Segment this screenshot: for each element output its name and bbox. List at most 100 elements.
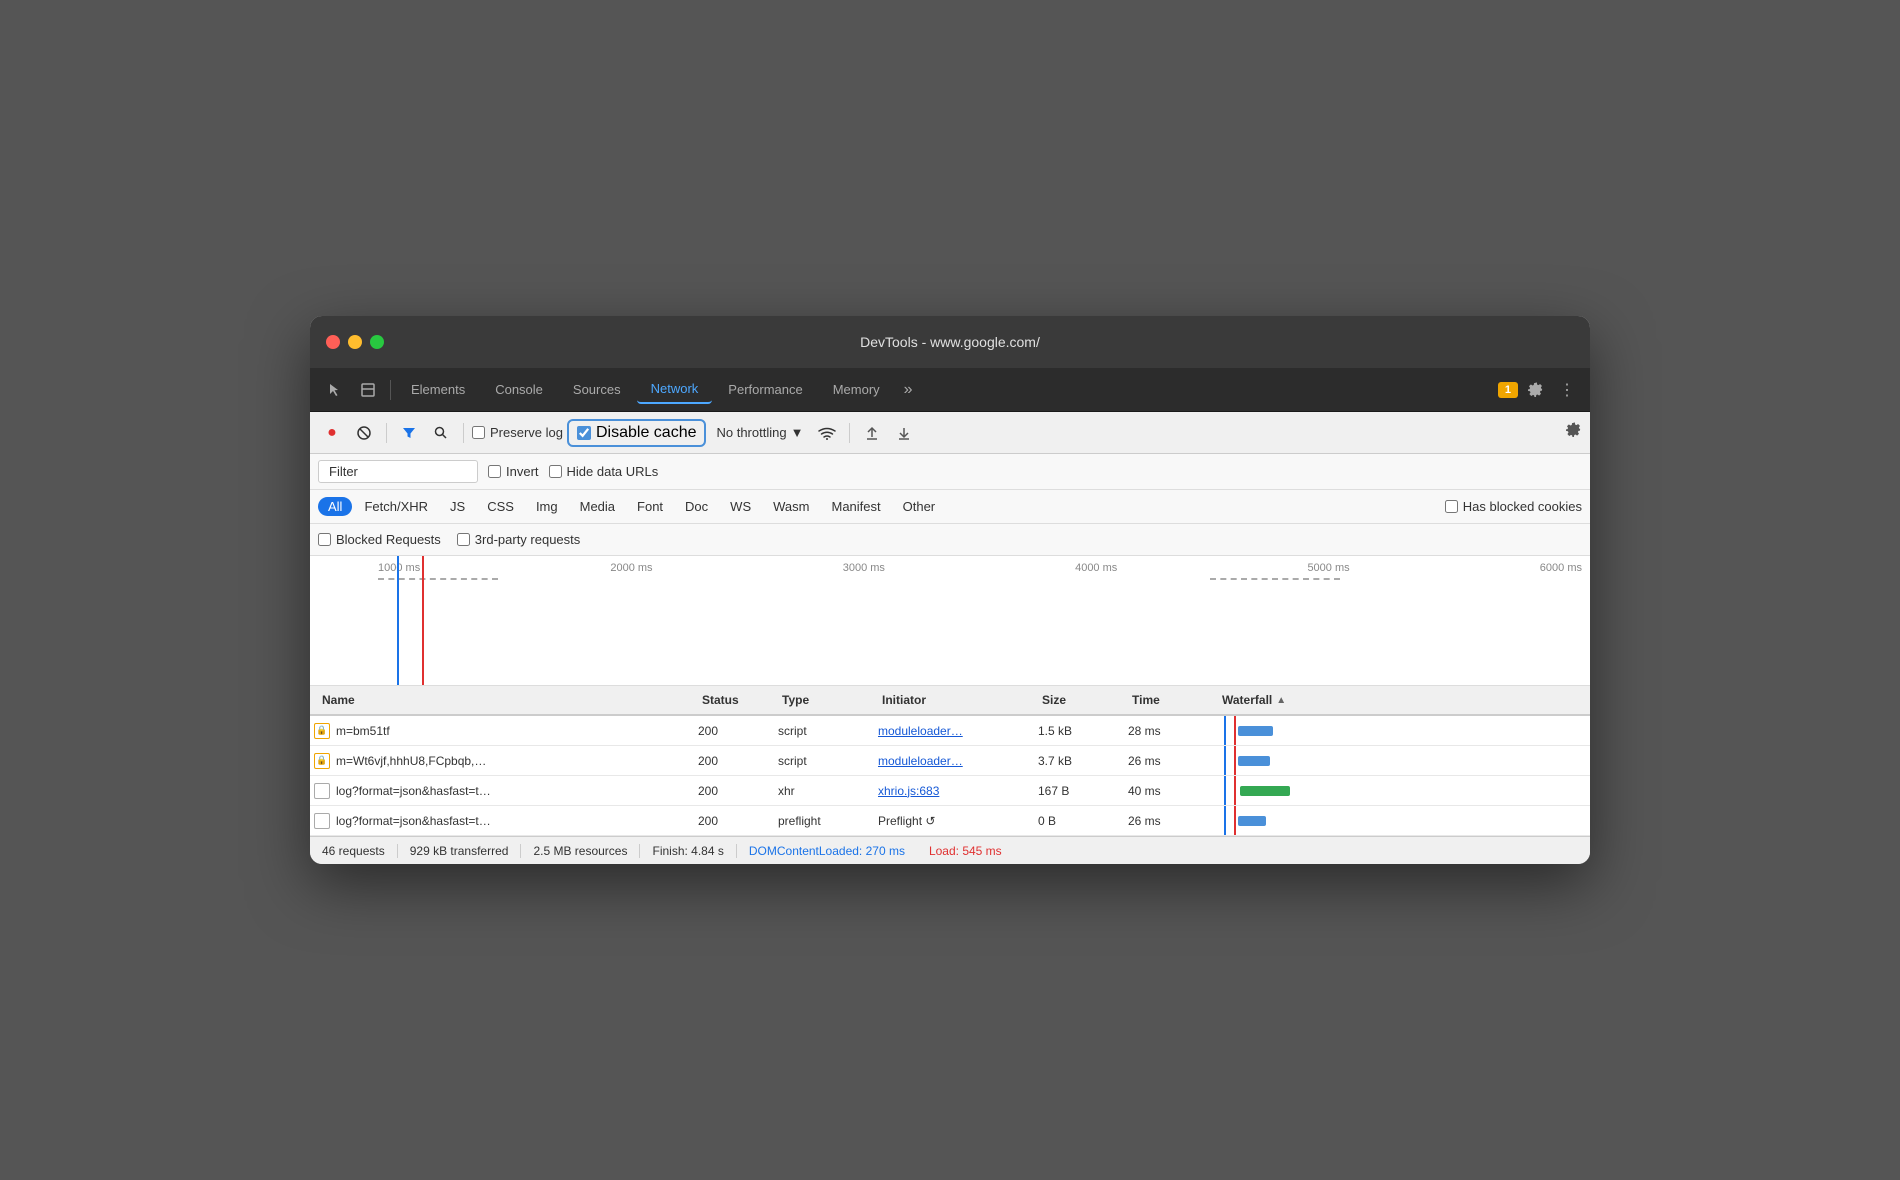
type-filter-fetch-xhr[interactable]: Fetch/XHR (354, 497, 438, 516)
network-settings-icon[interactable] (1564, 421, 1582, 444)
tab-sources[interactable]: Sources (559, 376, 635, 403)
tl-label-3: 3000 ms (843, 562, 885, 574)
th-initiator[interactable]: Initiator (874, 693, 1034, 707)
th-waterfall-label: Waterfall (1222, 693, 1272, 707)
table-row[interactable]: 🔒 m=Wt6vjf,hhhU8,FCpbqb,… 200 script mod… (310, 746, 1590, 776)
table-row[interactable]: log?format=json&hasfast=t… 200 xhr xhrio… (310, 776, 1590, 806)
settings-icon[interactable] (1520, 375, 1550, 405)
type-filter-other[interactable]: Other (893, 497, 946, 516)
filter-icon-button[interactable] (395, 419, 423, 447)
throttle-select[interactable]: No throttling ▼ (710, 422, 809, 443)
status-bar: 46 requests 929 kB transferred 2.5 MB re… (310, 836, 1590, 864)
maximize-button[interactable] (370, 335, 384, 349)
wf-bar-3 (1240, 786, 1290, 796)
wifi-icon[interactable] (813, 419, 841, 447)
th-size[interactable]: Size (1034, 693, 1124, 707)
notifications-badge[interactable]: 1 (1498, 382, 1518, 398)
wf-red-line-3 (1234, 776, 1236, 805)
tab-memory[interactable]: Memory (819, 376, 894, 403)
td-status-4: 200 (690, 814, 770, 828)
tab-elements[interactable]: Elements (397, 376, 479, 403)
invert-checkbox[interactable] (488, 465, 501, 478)
blocked-cookies-label[interactable]: Has blocked cookies (1445, 499, 1582, 514)
more-tabs-button[interactable]: » (896, 381, 921, 399)
type-filter-ws[interactable]: WS (720, 497, 761, 516)
td-initiator-4: Preflight ↺ (870, 814, 1030, 828)
preserve-log-text: Preserve log (490, 425, 563, 440)
th-type[interactable]: Type (774, 693, 874, 707)
filter-input[interactable]: Filter (318, 460, 478, 483)
blocked-requests-checkbox[interactable] (318, 533, 331, 546)
separator (390, 380, 391, 400)
dock-icon[interactable] (352, 374, 384, 406)
record-button[interactable]: ● (318, 419, 346, 447)
network-table: Name Status Type Initiator Size Time Wat… (310, 686, 1590, 836)
cursor-icon[interactable] (318, 374, 350, 406)
type-filter-media[interactable]: Media (570, 497, 625, 516)
tl-label-4: 4000 ms (1075, 562, 1117, 574)
row1-name: m=bm51tf (336, 724, 390, 738)
tl-label-6: 6000 ms (1540, 562, 1582, 574)
tl-label-2: 2000 ms (610, 562, 652, 574)
blocked-requests-row: Blocked Requests 3rd-party requests (310, 524, 1590, 556)
plain-icon-4 (314, 813, 330, 829)
hide-data-urls-checkbox[interactable] (549, 465, 562, 478)
type-filter-all[interactable]: All (318, 497, 352, 516)
hide-data-urls-label[interactable]: Hide data URLs (549, 464, 659, 479)
th-time[interactable]: Time (1124, 693, 1214, 707)
toolbar-separator-2 (463, 423, 464, 443)
type-filter-img[interactable]: Img (526, 497, 568, 516)
blocked-cookies-checkbox[interactable] (1445, 500, 1458, 513)
transferred-size: 929 kB transferred (398, 844, 522, 858)
third-party-text: 3rd-party requests (475, 532, 581, 547)
td-type-4: preflight (770, 814, 870, 828)
type-filter-font[interactable]: Font (627, 497, 673, 516)
td-status-2: 200 (690, 754, 770, 768)
disable-cache-checkbox[interactable] (577, 426, 591, 440)
close-button[interactable] (326, 335, 340, 349)
upload-icon[interactable] (858, 419, 886, 447)
clear-button[interactable] (350, 419, 378, 447)
third-party-checkbox[interactable] (457, 533, 470, 546)
td-initiator-1: moduleloader… (870, 724, 1030, 738)
td-type-3: xhr (770, 784, 870, 798)
dom-content-loaded: DOMContentLoaded: 270 ms (737, 844, 917, 858)
wf-red-line-4 (1234, 806, 1236, 835)
type-filter-wasm[interactable]: Wasm (763, 497, 819, 516)
requests-count: 46 requests (322, 844, 398, 858)
blocked-requests-label[interactable]: Blocked Requests (318, 532, 441, 547)
more-options-icon[interactable]: ⋮ (1552, 375, 1582, 405)
th-waterfall[interactable]: Waterfall ▲ (1214, 693, 1556, 707)
network-toolbar: ● Preserve log Disable cache No throttli… (310, 412, 1590, 454)
th-name[interactable]: Name (314, 693, 694, 707)
initiator-link-1[interactable]: moduleloader… (878, 724, 963, 738)
initiator-link-3[interactable]: xhrio.js:683 (878, 784, 939, 798)
minimize-button[interactable] (348, 335, 362, 349)
table-row[interactable]: log?format=json&hasfast=t… 200 preflight… (310, 806, 1590, 836)
td-time-1: 28 ms (1120, 724, 1210, 738)
third-party-label[interactable]: 3rd-party requests (457, 532, 581, 547)
type-filter-js[interactable]: JS (440, 497, 475, 516)
download-icon[interactable] (890, 419, 918, 447)
wf-bar-2 (1238, 756, 1270, 766)
preserve-log-label[interactable]: Preserve log (472, 425, 563, 440)
hide-data-urls-text: Hide data URLs (567, 464, 659, 479)
td-size-4: 0 B (1030, 814, 1120, 828)
th-status[interactable]: Status (694, 693, 774, 707)
table-row[interactable]: 🔒 m=bm51tf 200 script moduleloader… 1.5 … (310, 716, 1590, 746)
tab-console[interactable]: Console (481, 376, 557, 403)
type-filter-doc[interactable]: Doc (675, 497, 718, 516)
tab-network[interactable]: Network (637, 375, 713, 404)
type-filter-manifest[interactable]: Manifest (821, 497, 890, 516)
td-name-2: 🔒 m=Wt6vjf,hhhU8,FCpbqb,… (310, 753, 690, 769)
timeline-labels: 1000 ms 2000 ms 3000 ms 4000 ms 5000 ms … (370, 556, 1590, 574)
initiator-link-2[interactable]: moduleloader… (878, 754, 963, 768)
preserve-log-checkbox[interactable] (472, 426, 485, 439)
search-button[interactable] (427, 419, 455, 447)
td-waterfall-3 (1210, 776, 1590, 805)
wf-bar-4 (1238, 816, 1266, 826)
invert-label[interactable]: Invert (488, 464, 539, 479)
type-filter-css[interactable]: CSS (477, 497, 524, 516)
tab-performance[interactable]: Performance (714, 376, 816, 403)
sort-arrow-icon: ▲ (1276, 695, 1286, 706)
